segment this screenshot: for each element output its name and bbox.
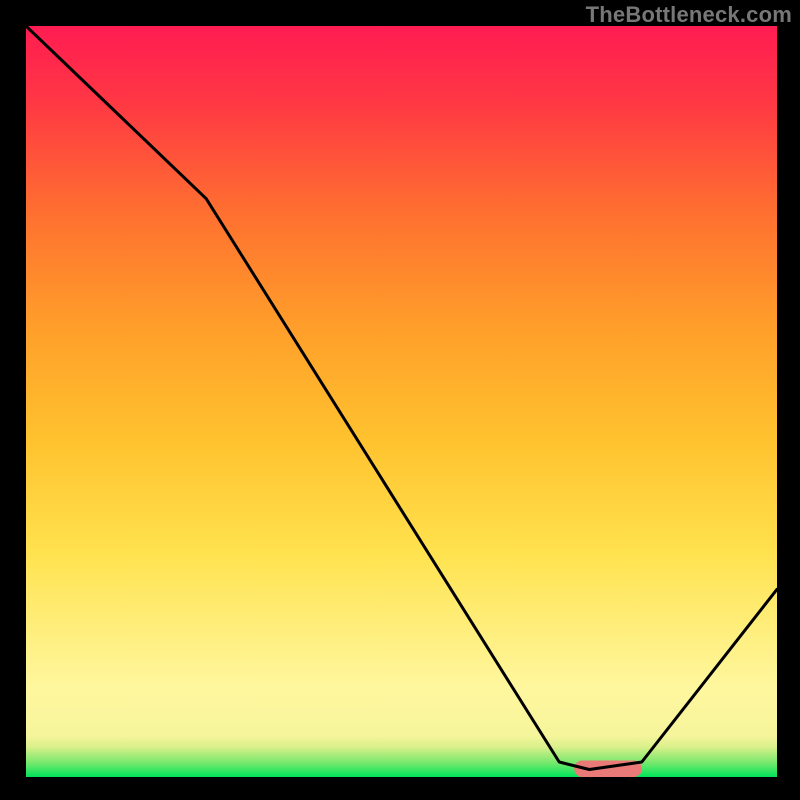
plot-area — [26, 26, 777, 777]
watermark-text: TheBottleneck.com — [586, 2, 792, 28]
chart-svg — [26, 26, 777, 777]
gradient-background — [26, 26, 777, 777]
chart-frame: TheBottleneck.com — [0, 0, 800, 800]
